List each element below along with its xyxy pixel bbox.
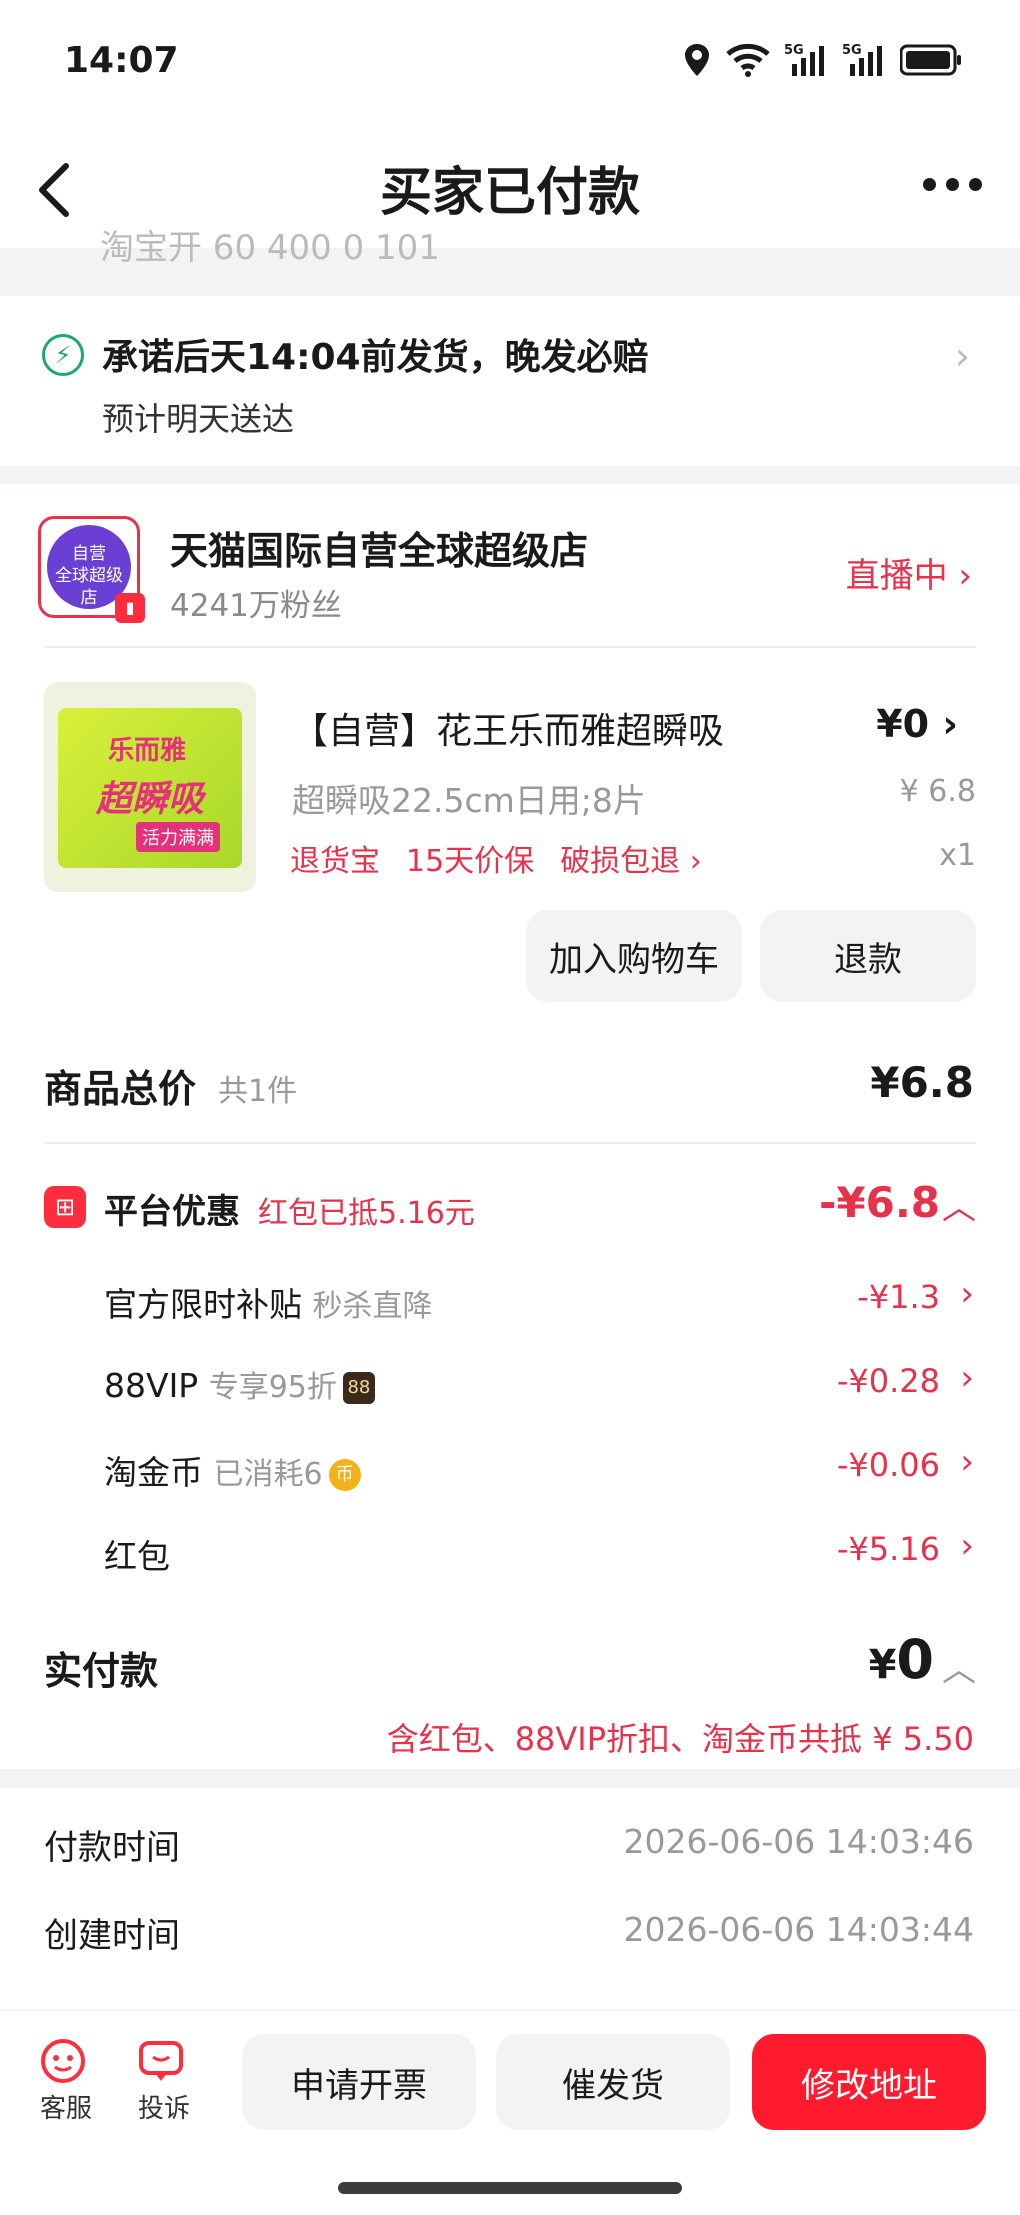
chevron-right-icon[interactable]: › <box>960 1358 974 1398</box>
red-packet-icon: ⊞ <box>44 1186 86 1228</box>
modify-address-button[interactable]: 修改地址 <box>752 2034 986 2130</box>
pay-time-value: 2026-06-06 14:03:46 <box>623 1822 974 1861</box>
chevron-right-icon[interactable]: › <box>960 1442 974 1482</box>
discount-row-value[interactable]: -¥0.06 <box>837 1446 940 1484</box>
product-spec: 超瞬吸22.5cm日用;8片 <box>292 781 646 820</box>
platform-discount-value[interactable]: -¥6.8 <box>819 1178 940 1227</box>
discount-note: 秒杀直降 <box>312 1289 433 1324</box>
chevron-right-icon[interactable]: › <box>960 1274 974 1314</box>
paid-value: 0 <box>896 1628 934 1691</box>
location-icon <box>685 44 709 76</box>
customer-service-button[interactable]: 客服 <box>36 2034 96 2125</box>
shipping-promise-title: 承诺后天14:04前发货，晚发必赔 <box>102 337 649 378</box>
add-to-cart-button[interactable]: 加入购物车 <box>526 910 742 1002</box>
page-title: 买家已付款 <box>379 163 640 223</box>
lightning-icon: ⚡ <box>42 334 84 376</box>
create-time-label: 创建时间 <box>44 1916 180 1956</box>
product-image[interactable]: 乐而雅 超瞬吸 活力满满 <box>44 682 256 892</box>
platform-discount-note: 红包已抵5.16元 <box>258 1196 475 1231</box>
discount-row-value[interactable]: -¥1.3 <box>857 1278 940 1316</box>
paid-amount-label: 实付款 <box>44 1649 159 1693</box>
discount-note: 已消耗6 <box>213 1457 323 1492</box>
refund-button[interactable]: 退款 <box>760 910 976 1002</box>
create-time-value: 2026-06-06 14:03:44 <box>623 1910 974 1949</box>
signal-5g-2-icon: 5G <box>842 43 882 76</box>
status-time: 14:07 <box>64 40 179 81</box>
shipping-promise-card[interactable] <box>0 296 1020 466</box>
discount-row-label[interactable]: 淘金币 已消耗6 币 <box>104 1446 361 1494</box>
product-service-tags[interactable]: 退货宝 15天价保 破损包退 › <box>290 836 702 880</box>
shop-name[interactable]: 天猫国际自营全球超级店 <box>170 520 588 575</box>
shop-logo-text: 自营 <box>72 544 106 564</box>
paid-amount-value: ¥0 <box>869 1628 934 1691</box>
live-now-label: 直播中 <box>845 556 948 596</box>
product-original-price: ¥ 6.8 <box>899 774 976 809</box>
tag-damage-return: 破损包退 › <box>560 844 702 879</box>
chevron-up-icon[interactable]: ︿ <box>942 1180 976 1229</box>
shop-logo-text-2: 全球超级店 <box>55 566 123 608</box>
platform-discount-label: 平台优惠 <box>104 1192 240 1232</box>
home-indicator[interactable] <box>338 2182 682 2194</box>
discount-row-label[interactable]: 官方限时补贴 秒杀直降 <box>104 1278 433 1326</box>
vip88-icon: 88 <box>342 1371 375 1404</box>
discount-row-value[interactable]: -¥5.16 <box>837 1530 940 1568</box>
package-tag: 活力满满 <box>136 822 220 852</box>
paid-currency: ¥ <box>868 1642 897 1688</box>
product-title[interactable]: 【自营】花王乐而雅超瞬吸 <box>292 702 724 754</box>
discount-row-value[interactable]: -¥0.28 <box>837 1362 940 1400</box>
signal-5g-icon: 5G <box>784 43 824 76</box>
package-name: 超瞬吸 <box>96 779 205 820</box>
discount-note: 专享95折 <box>208 1370 337 1405</box>
product-qty: x1 <box>939 838 976 873</box>
total-price-value: ¥6.8 <box>870 1058 974 1107</box>
svg-text:5G: 5G <box>784 43 804 58</box>
shipping-estimate: 预计明天送达 <box>102 400 295 438</box>
coin-icon: 币 <box>328 1458 361 1491</box>
shop-fans: 4241万粉丝 <box>170 588 342 624</box>
discount-row-label[interactable]: 88VIP 专享95折 88 <box>104 1362 375 1406</box>
urge-shipping-button[interactable]: 催发货 <box>496 2034 730 2130</box>
status-icons: 5G 5G <box>682 42 962 78</box>
live-badge-icon: ▮ <box>115 593 145 623</box>
discount-row-label[interactable]: 红包 <box>104 1530 170 1578</box>
chevron-right-icon[interactable]: › <box>960 1526 974 1566</box>
wifi-icon <box>726 43 770 77</box>
svg-text:5G: 5G <box>842 43 862 58</box>
product-price[interactable]: ¥0 › <box>876 702 958 746</box>
service-icon <box>36 2034 90 2088</box>
complaint-icon <box>134 2034 188 2088</box>
shop-logo[interactable]: 自营 全球超级店 ▮ <box>38 516 145 623</box>
package-brand: 乐而雅 <box>108 736 187 766</box>
divider <box>44 646 976 648</box>
chevron-right-icon: › <box>954 334 970 378</box>
tag-return-insurance: 退货宝 <box>290 844 380 879</box>
total-count: 共1件 <box>218 1074 298 1109</box>
divider <box>44 1142 976 1144</box>
pay-time-label: 付款时间 <box>44 1828 180 1868</box>
more-icon[interactable] <box>923 178 982 191</box>
complaint-label: 投诉 <box>137 2094 190 2124</box>
complaint-button[interactable]: 投诉 <box>134 2034 194 2125</box>
live-now-link[interactable]: 直播中 › <box>846 548 972 597</box>
chevron-up-icon[interactable]: ︿ <box>942 1642 976 1691</box>
product-price-value: ¥0 <box>876 702 930 746</box>
scrolled-header-text: 淘宝开 60 400 0 101 <box>100 230 440 266</box>
tag-price-protection: 15天价保 <box>406 844 535 879</box>
total-price-label: 商品总价 <box>44 1067 197 1111</box>
apply-invoice-button[interactable]: 申请开票 <box>242 2034 476 2130</box>
service-label: 客服 <box>39 2094 92 2124</box>
battery-icon <box>900 44 961 76</box>
paid-amount-note: 含红包、88VIP折扣、淘金币共抵 ¥ 5.50 <box>386 1720 974 1758</box>
